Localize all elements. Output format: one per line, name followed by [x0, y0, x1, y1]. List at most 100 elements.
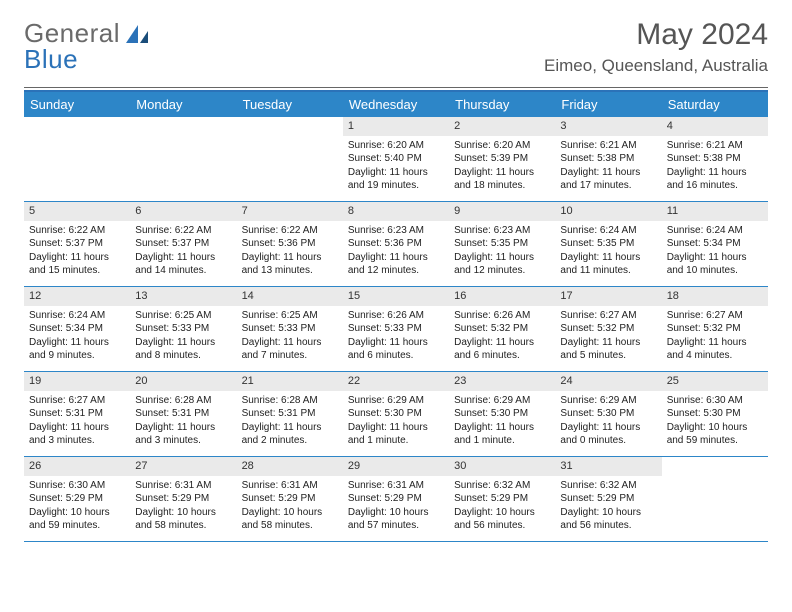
day-header-row: Sunday Monday Tuesday Wednesday Thursday…: [24, 92, 768, 117]
sunrise-text: Sunrise: 6:27 AM: [29, 394, 125, 408]
day-cell: 23Sunrise: 6:29 AMSunset: 5:30 PMDayligh…: [449, 372, 555, 456]
day-info: Sunrise: 6:22 AMSunset: 5:36 PMDaylight:…: [237, 221, 343, 282]
month-title: May 2024: [544, 18, 768, 52]
day-number: 26: [24, 457, 130, 476]
sunrise-text: Sunrise: 6:22 AM: [135, 224, 231, 238]
daylight-text: Daylight: 11 hours and 1 minute.: [454, 421, 550, 448]
sunset-text: Sunset: 5:32 PM: [560, 322, 656, 336]
sunrise-text: Sunrise: 6:23 AM: [454, 224, 550, 238]
sunset-text: Sunset: 5:33 PM: [135, 322, 231, 336]
day-info: Sunrise: 6:32 AMSunset: 5:29 PMDaylight:…: [555, 476, 661, 537]
sunrise-text: Sunrise: 6:28 AM: [242, 394, 338, 408]
sunset-text: Sunset: 5:33 PM: [242, 322, 338, 336]
daylight-text: Daylight: 11 hours and 12 minutes.: [454, 251, 550, 278]
sunrise-text: Sunrise: 6:25 AM: [242, 309, 338, 323]
sunset-text: Sunset: 5:39 PM: [454, 152, 550, 166]
day-header-sunday: Sunday: [24, 92, 130, 117]
day-number: 24: [555, 372, 661, 391]
day-number: 30: [449, 457, 555, 476]
day-cell: 2Sunrise: 6:20 AMSunset: 5:39 PMDaylight…: [449, 117, 555, 201]
day-cell: 14Sunrise: 6:25 AMSunset: 5:33 PMDayligh…: [237, 287, 343, 371]
daylight-text: Daylight: 11 hours and 16 minutes.: [667, 166, 763, 193]
daylight-text: Daylight: 10 hours and 59 minutes.: [29, 506, 125, 533]
day-number: 5: [24, 202, 130, 221]
daylight-text: Daylight: 11 hours and 11 minutes.: [560, 251, 656, 278]
day-number: 17: [555, 287, 661, 306]
day-header-saturday: Saturday: [662, 92, 768, 117]
sunrise-text: Sunrise: 6:29 AM: [348, 394, 444, 408]
day-cell: 26Sunrise: 6:30 AMSunset: 5:29 PMDayligh…: [24, 457, 130, 541]
day-info: Sunrise: 6:31 AMSunset: 5:29 PMDaylight:…: [343, 476, 449, 537]
sunset-text: Sunset: 5:29 PM: [560, 492, 656, 506]
day-info: Sunrise: 6:20 AMSunset: 5:40 PMDaylight:…: [343, 136, 449, 197]
day-number: 15: [343, 287, 449, 306]
day-cell: 17Sunrise: 6:27 AMSunset: 5:32 PMDayligh…: [555, 287, 661, 371]
daylight-text: Daylight: 11 hours and 7 minutes.: [242, 336, 338, 363]
sunrise-text: Sunrise: 6:22 AM: [29, 224, 125, 238]
day-number: 9: [449, 202, 555, 221]
day-number: 1: [343, 117, 449, 136]
day-cell: 31Sunrise: 6:32 AMSunset: 5:29 PMDayligh…: [555, 457, 661, 541]
day-info: Sunrise: 6:20 AMSunset: 5:39 PMDaylight:…: [449, 136, 555, 197]
day-info: Sunrise: 6:25 AMSunset: 5:33 PMDaylight:…: [237, 306, 343, 367]
sunset-text: Sunset: 5:36 PM: [348, 237, 444, 251]
day-info: Sunrise: 6:29 AMSunset: 5:30 PMDaylight:…: [449, 391, 555, 452]
location: Eimeo, Queensland, Australia: [544, 56, 768, 76]
sunrise-text: Sunrise: 6:25 AM: [135, 309, 231, 323]
daylight-text: Daylight: 11 hours and 4 minutes.: [667, 336, 763, 363]
day-cell: 6Sunrise: 6:22 AMSunset: 5:37 PMDaylight…: [130, 202, 236, 286]
daylight-text: Daylight: 11 hours and 5 minutes.: [560, 336, 656, 363]
day-cell: 16Sunrise: 6:26 AMSunset: 5:32 PMDayligh…: [449, 287, 555, 371]
sunrise-text: Sunrise: 6:31 AM: [242, 479, 338, 493]
daylight-text: Daylight: 10 hours and 58 minutes.: [135, 506, 231, 533]
daylight-text: Daylight: 11 hours and 3 minutes.: [135, 421, 231, 448]
sunrise-text: Sunrise: 6:30 AM: [29, 479, 125, 493]
day-info: Sunrise: 6:31 AMSunset: 5:29 PMDaylight:…: [237, 476, 343, 537]
sunset-text: Sunset: 5:30 PM: [454, 407, 550, 421]
sunrise-text: Sunrise: 6:29 AM: [560, 394, 656, 408]
day-info: Sunrise: 6:28 AMSunset: 5:31 PMDaylight:…: [237, 391, 343, 452]
sunrise-text: Sunrise: 6:31 AM: [135, 479, 231, 493]
sunset-text: Sunset: 5:31 PM: [135, 407, 231, 421]
day-cell: 30Sunrise: 6:32 AMSunset: 5:29 PMDayligh…: [449, 457, 555, 541]
day-cell: 8Sunrise: 6:23 AMSunset: 5:36 PMDaylight…: [343, 202, 449, 286]
sunset-text: Sunset: 5:29 PM: [135, 492, 231, 506]
sunrise-text: Sunrise: 6:20 AM: [454, 139, 550, 153]
sunrise-text: Sunrise: 6:24 AM: [560, 224, 656, 238]
day-cell: 3Sunrise: 6:21 AMSunset: 5:38 PMDaylight…: [555, 117, 661, 201]
day-header-friday: Friday: [555, 92, 661, 117]
day-header-thursday: Thursday: [449, 92, 555, 117]
daylight-text: Daylight: 11 hours and 0 minutes.: [560, 421, 656, 448]
day-cell: .: [662, 457, 768, 541]
sunrise-text: Sunrise: 6:21 AM: [560, 139, 656, 153]
day-info: Sunrise: 6:30 AMSunset: 5:29 PMDaylight:…: [24, 476, 130, 537]
daylight-text: Daylight: 11 hours and 12 minutes.: [348, 251, 444, 278]
sunrise-text: Sunrise: 6:26 AM: [348, 309, 444, 323]
day-header-monday: Monday: [130, 92, 236, 117]
sunset-text: Sunset: 5:37 PM: [135, 237, 231, 251]
day-number: 19: [24, 372, 130, 391]
day-number: 13: [130, 287, 236, 306]
daylight-text: Daylight: 11 hours and 19 minutes.: [348, 166, 444, 193]
title-block: May 2024 Eimeo, Queensland, Australia: [544, 18, 768, 76]
day-number: 20: [130, 372, 236, 391]
day-cell: 13Sunrise: 6:25 AMSunset: 5:33 PMDayligh…: [130, 287, 236, 371]
day-number: 29: [343, 457, 449, 476]
sunset-text: Sunset: 5:36 PM: [242, 237, 338, 251]
sunrise-text: Sunrise: 6:28 AM: [135, 394, 231, 408]
header: General May 2024 Eimeo, Queensland, Aust…: [24, 18, 768, 76]
day-cell: 11Sunrise: 6:24 AMSunset: 5:34 PMDayligh…: [662, 202, 768, 286]
day-number: 6: [130, 202, 236, 221]
sunset-text: Sunset: 5:33 PM: [348, 322, 444, 336]
day-number: 10: [555, 202, 661, 221]
sunset-text: Sunset: 5:38 PM: [560, 152, 656, 166]
day-info: Sunrise: 6:27 AMSunset: 5:32 PMDaylight:…: [555, 306, 661, 367]
sunrise-text: Sunrise: 6:20 AM: [348, 139, 444, 153]
sunrise-text: Sunrise: 6:22 AM: [242, 224, 338, 238]
daylight-text: Daylight: 10 hours and 56 minutes.: [560, 506, 656, 533]
day-cell: 12Sunrise: 6:24 AMSunset: 5:34 PMDayligh…: [24, 287, 130, 371]
sunrise-text: Sunrise: 6:23 AM: [348, 224, 444, 238]
sunrise-text: Sunrise: 6:29 AM: [454, 394, 550, 408]
daylight-text: Daylight: 11 hours and 6 minutes.: [348, 336, 444, 363]
daylight-text: Daylight: 11 hours and 2 minutes.: [242, 421, 338, 448]
